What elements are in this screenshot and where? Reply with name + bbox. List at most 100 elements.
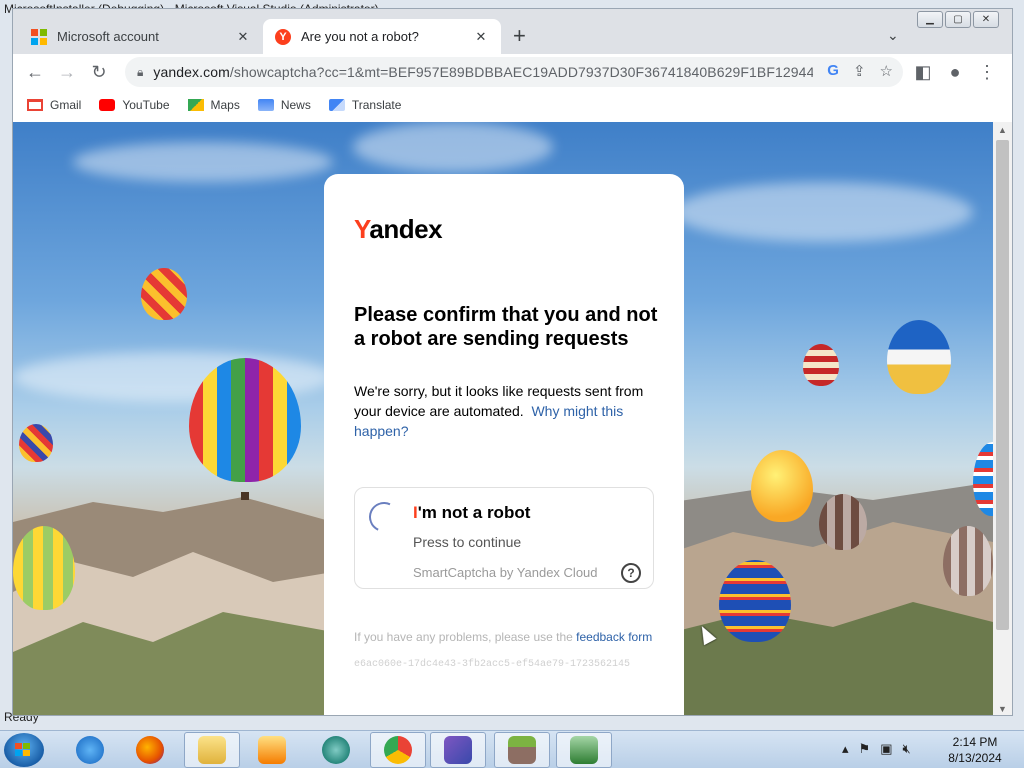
visual-studio-icon <box>444 736 472 764</box>
clock-time: 2:14 PM <box>952 735 998 749</box>
tab-label: Are you not a robot? <box>301 29 419 44</box>
bookmark-gmail[interactable]: Gmail <box>27 98 81 112</box>
back-arrow-icon[interactable]: ← <box>23 60 47 84</box>
balloon-shape <box>141 268 187 320</box>
taskbar-firefox[interactable] <box>122 732 178 768</box>
help-icon[interactable]: ? <box>621 563 641 583</box>
captcha-description: We're sorry, but it looks like requests … <box>354 381 659 441</box>
minimize-button[interactable]: ▁ <box>917 11 943 28</box>
taskbar-visual-studio[interactable] <box>430 732 486 768</box>
balloon-basket <box>241 492 249 500</box>
tab-captcha[interactable]: Y Are you not a robot? ✕ <box>263 19 501 54</box>
taskbar-installer[interactable] <box>556 732 612 768</box>
bookmark-label: YouTube <box>122 98 170 112</box>
scroll-thumb[interactable] <box>996 140 1009 630</box>
checkbox-title-rest: 'm not a robot <box>417 503 531 522</box>
vertical-scrollbar[interactable]: ▲ ▼ <box>993 122 1012 715</box>
news-icon <box>257 99 274 111</box>
close-tab-icon[interactable]: ✕ <box>473 29 489 45</box>
bookmark-maps[interactable]: Maps <box>187 98 240 112</box>
loading-spinner-icon <box>364 497 404 537</box>
media-player-icon <box>258 736 286 764</box>
youtube-icon <box>99 99 116 111</box>
lock-icon: 🔒︎ <box>137 64 144 79</box>
taskbar: ▴ ⚑ ▣ 🔇︎ 2:14 PM 8/13/2024 <box>0 730 1024 768</box>
taskbar-file-explorer[interactable] <box>184 732 240 768</box>
address-bar-actions: G ⇪ ☆ <box>827 62 893 80</box>
system-tray: ▴ ⚑ ▣ 🔇︎ <box>842 741 911 757</box>
bookmark-news[interactable]: News <box>257 98 311 112</box>
taskbar-minecraft[interactable] <box>494 732 550 768</box>
balloon-shape <box>13 526 75 610</box>
installer-icon <box>570 736 598 764</box>
google-icon[interactable]: G <box>827 62 839 80</box>
page-title: Please confirm that you and not a robot … <box>354 304 658 350</box>
browser-toolbar: ← → ↻ 🔒︎ yandex.com/showcaptcha?cc=1&mt=… <box>13 54 1012 90</box>
menu-kebab-icon[interactable]: ⋮ <box>975 60 999 84</box>
page-content: Yandex Please confirm that you and not a… <box>13 122 993 715</box>
tab-strip: Microsoft account ✕ Y Are you not a robo… <box>13 9 1012 54</box>
system-clock[interactable]: 2:14 PM 8/13/2024 <box>940 734 1010 766</box>
logo-rest: andex <box>369 214 443 244</box>
scroll-up-arrow-icon[interactable]: ▲ <box>993 122 1012 138</box>
bookmark-label: News <box>280 98 311 112</box>
logo-initial: Y <box>354 214 370 244</box>
windows-logo-icon <box>15 743 30 756</box>
balloon-shape <box>189 358 301 482</box>
minecraft-icon <box>508 736 536 764</box>
maps-icon <box>187 99 204 111</box>
yandex-logo: Yandex <box>354 214 654 245</box>
bookmarks-bar: Gmail YouTube Maps News Translate <box>13 90 1012 120</box>
profile-avatar-icon[interactable]: ● <box>943 60 967 84</box>
close-window-button[interactable]: ✕ <box>973 11 999 28</box>
bookmark-label: Gmail <box>50 98 82 112</box>
url-path: /showcaptcha?cc=1&mt=BEF957E89BDBBAEC19A… <box>229 64 814 80</box>
balloon-shape <box>19 424 53 462</box>
url-text[interactable]: yandex.com/showcaptcha?cc=1&mt=BEF957E89… <box>153 64 813 80</box>
volume-muted-icon[interactable]: 🔇︎ <box>902 741 910 757</box>
not-robot-checkbox[interactable]: I'm not a robot Press to continue SmartC… <box>354 487 654 589</box>
close-tab-icon[interactable]: ✕ <box>235 29 251 45</box>
start-button[interactable] <box>4 733 44 767</box>
checkbox-title: I'm not a robot <box>413 503 530 523</box>
powered-by-text: SmartCaptcha by Yandex Cloud <box>413 565 598 580</box>
internet-explorer-icon <box>76 736 104 764</box>
network-icon[interactable]: ▣ <box>880 741 892 757</box>
taskbar-media-player[interactable] <box>244 732 300 768</box>
balloon-shape <box>887 320 951 394</box>
reload-icon[interactable]: ↻ <box>87 60 111 84</box>
chrome-icon <box>384 736 412 764</box>
share-icon[interactable]: ⇪ <box>853 62 866 80</box>
bookmark-translate[interactable]: Translate <box>328 98 401 112</box>
cloud-shape <box>353 122 553 172</box>
request-hash: e6ac060e-17dc4e43-3fb2acc5-ef54ae79-1723… <box>354 659 631 670</box>
feedback-link[interactable]: feedback form <box>576 630 652 644</box>
tab-search-icon[interactable]: ⌄ <box>887 27 899 44</box>
forward-arrow-icon[interactable]: → <box>55 60 79 84</box>
show-hidden-icons-icon[interactable]: ▴ <box>842 741 849 757</box>
bookmark-star-icon[interactable]: ☆ <box>880 62 893 80</box>
url-host: yandex.com <box>153 64 230 80</box>
checkbox-subtitle: Press to continue <box>413 534 522 550</box>
taskbar-app[interactable] <box>308 732 364 768</box>
taskbar-internet-explorer[interactable] <box>62 732 118 768</box>
bookmark-label: Maps <box>210 98 240 112</box>
maximize-button[interactable]: ▢ <box>945 11 971 28</box>
action-center-flag-icon[interactable]: ⚑ <box>859 741 871 757</box>
cloud-shape <box>73 142 333 182</box>
bookmark-youtube[interactable]: YouTube <box>99 98 170 112</box>
window-controls: ▁ ▢ ✕ <box>917 11 999 28</box>
tab-microsoft-account[interactable]: Microsoft account ✕ <box>19 19 263 54</box>
balloon-shape <box>719 560 791 642</box>
problems-text: If you have any problems, please use the <box>354 630 573 644</box>
scroll-down-arrow-icon[interactable]: ▼ <box>993 701 1012 715</box>
cloud-shape <box>673 182 973 242</box>
tab-label: Microsoft account <box>57 29 159 44</box>
balloon-shape <box>751 450 813 522</box>
new-tab-button[interactable]: + <box>513 23 526 49</box>
taskbar-chrome[interactable] <box>370 732 426 768</box>
balloon-shape <box>819 494 867 550</box>
problems-note: If you have any problems, please use the… <box>354 629 654 645</box>
side-panel-icon[interactable]: ◧ <box>911 60 935 84</box>
address-bar[interactable]: 🔒︎ yandex.com/showcaptcha?cc=1&mt=BEF957… <box>125 57 903 87</box>
